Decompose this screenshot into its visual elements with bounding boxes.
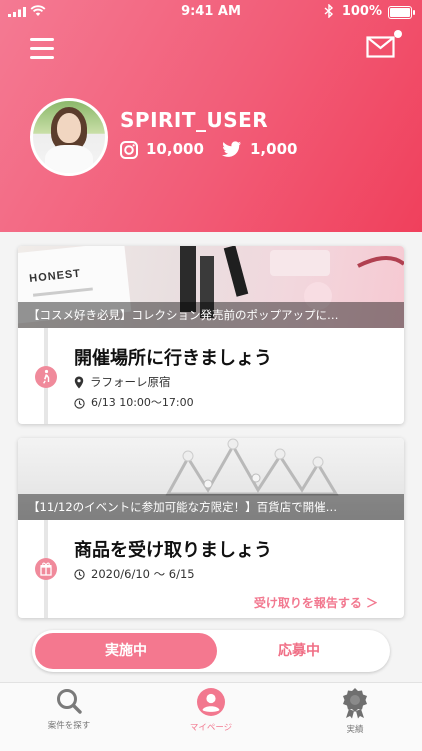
clock-icon — [74, 397, 85, 409]
nav-mypage[interactable]: マイページ — [166, 687, 256, 733]
event-period-text: 2020/6/10 〜 6/15 — [91, 567, 195, 581]
event-location: ラフォーレ原宿 — [74, 374, 171, 390]
event-banner-image: HONEST 【コスメ好き必見】コレクション発売前のポップアップに… — [18, 246, 404, 328]
badge-icon — [343, 688, 367, 719]
nav-search[interactable]: 案件を探す — [24, 687, 114, 731]
nav-mypage-label: マイページ — [189, 723, 233, 733]
nav-search-label: 案件を探す — [47, 721, 91, 731]
tab-applied[interactable]: 応募中 — [208, 633, 390, 669]
walking-person-icon — [35, 366, 57, 388]
event-banner-image: 【11/12のイベントに参加可能な方限定！】百貨店で開催… — [18, 438, 404, 520]
mail-icon[interactable] — [366, 30, 402, 62]
event-step-title: 商品を受け取りましょう — [74, 540, 272, 561]
nav-record-label: 実績 — [346, 725, 364, 735]
avatar[interactable] — [30, 98, 108, 176]
event-period: 2020/6/10 〜 6/15 — [74, 566, 195, 582]
profile-header: 9:41 AM 100% SPIRIT_USER 10,000 1,000 — [0, 0, 422, 232]
location-pin-icon — [74, 376, 84, 389]
username: SPIRIT_USER — [120, 108, 269, 132]
nav-record[interactable]: 実績 — [310, 687, 400, 735]
report-receipt-link[interactable]: 受け取りを報告する ＞ — [254, 594, 378, 611]
instagram-stat: 10,000 — [120, 140, 204, 159]
search-icon — [57, 689, 82, 714]
battery-icon — [388, 6, 415, 19]
battery-percent: 100% — [341, 4, 382, 19]
bottom-navigation: 案件を探す マイページ 実績 — [0, 682, 422, 751]
status-bar: 9:41 AM 100% — [0, 0, 422, 24]
hamburger-menu-icon[interactable] — [30, 38, 54, 60]
instagram-count: 10,000 — [146, 140, 204, 158]
tab-in-progress[interactable]: 実施中 — [35, 633, 217, 669]
event-banner-caption: 【コスメ好き必見】コレクション発売前のポップアップに… — [18, 302, 404, 328]
notification-dot — [394, 30, 402, 38]
twitter-icon — [222, 141, 241, 157]
event-banner-caption: 【11/12のイベントに参加可能な方限定！】百貨店で開催… — [18, 494, 404, 520]
event-card[interactable]: 【11/12のイベントに参加可能な方限定！】百貨店で開催… 商品を受け取りましょ… — [18, 438, 404, 618]
event-card[interactable]: HONEST 【コスメ好き必見】コレクション発売前のポップアップに… 開催場所に… — [18, 246, 404, 424]
event-step-title: 開催場所に行きましょう — [74, 348, 272, 369]
event-datetime-text: 6/13 10:00〜17:00 — [91, 396, 194, 409]
clock-icon — [74, 569, 85, 580]
bluetooth-icon — [324, 4, 334, 18]
status-tabs: 実施中 応募中 — [32, 630, 390, 672]
event-datetime: 6/13 10:00〜17:00 — [74, 394, 194, 410]
user-icon — [197, 688, 225, 716]
instagram-icon — [120, 140, 138, 159]
twitter-stat: 1,000 — [222, 140, 297, 158]
twitter-count: 1,000 — [250, 140, 298, 158]
event-location-text: ラフォーレ原宿 — [90, 375, 171, 389]
gift-icon — [35, 558, 57, 580]
